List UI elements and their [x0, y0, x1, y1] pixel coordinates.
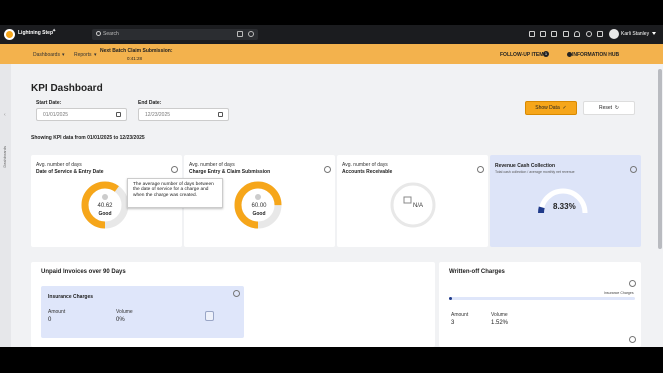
volume-label: Volume [116, 309, 133, 315]
reset-label: Reset [598, 105, 613, 111]
volume-value: 0% [116, 317, 125, 323]
kpi-value: N/A [412, 203, 423, 209]
logo-icon[interactable] [4, 29, 15, 40]
written-off-bar-fill [449, 297, 452, 300]
revenue-gauge-fill [538, 206, 545, 214]
clock-icon [255, 194, 261, 200]
search-placeholder: Search [103, 31, 119, 37]
refresh-icon: ↻ [613, 105, 620, 111]
brand-name: Lightning Step [18, 30, 53, 36]
clock-icon [102, 194, 108, 200]
chevron-down-icon[interactable] [652, 32, 656, 35]
end-date-input[interactable]: 12/23/2025 [138, 108, 229, 121]
showing-range-text: Showing KPI data from 01/01/2025 to 12/2… [31, 135, 145, 141]
chevron-down-icon: ▾ [94, 52, 97, 58]
chevron-down-icon: ▾ [62, 52, 65, 58]
amount-value: 3 [451, 320, 455, 326]
side-rail[interactable]: ‹ Dashboards [0, 64, 11, 347]
sub-nav: Dashboards ▾ Reports ▾ Next Batch Claim … [0, 44, 663, 64]
amount-label: Amount [451, 312, 469, 318]
end-date-value: 12/23/2025 [145, 112, 171, 118]
follow-up-items-link[interactable]: FOLLOW-UP ITEMS [500, 52, 547, 58]
info-icon[interactable] [233, 290, 240, 297]
megaphone-icon[interactable] [529, 31, 535, 37]
written-off-title: Written-off Charges [449, 269, 505, 275]
revenue-title: Revenue Cash Collection [495, 163, 556, 169]
show-data-button[interactable]: Show Data ✓ [525, 101, 577, 115]
info-icon[interactable] [171, 166, 178, 173]
insurance-charges-title: Insurance Charges [48, 294, 94, 300]
top-nav: Lightning Step ✦ Search Karli Stanley [0, 25, 663, 44]
kpi-status: Good [252, 211, 266, 217]
written-off-bar-track [449, 297, 635, 300]
chevron-left-icon[interactable]: ‹ [4, 112, 6, 118]
search-input[interactable]: Search [92, 29, 258, 40]
bell-icon[interactable] [574, 31, 580, 37]
kpi-subtitle: Avg. number of days [36, 162, 82, 168]
kpi-status: Good [98, 211, 112, 217]
calendar-icon[interactable] [237, 31, 243, 37]
start-date-value: 01/01/2025 [43, 112, 69, 118]
document-icon [205, 311, 214, 321]
revenue-value: 8.33% [553, 202, 576, 211]
chat-icon[interactable] [563, 31, 569, 37]
next-batch-title: Next Batch Claim Submission: [100, 48, 173, 54]
reset-button[interactable]: Reset ↻ [583, 101, 635, 115]
bar-label: Insurance Charges [604, 291, 634, 295]
kpi-title: Charge Entry & Claim Submission [189, 169, 271, 175]
menu-reports[interactable]: Reports [74, 52, 92, 58]
user-name[interactable]: Karli Stanley [621, 31, 649, 37]
info-icon[interactable] [629, 336, 636, 343]
revenue-subtitle: Total cash collection / average monthly … [495, 170, 575, 174]
revenue-gauge [538, 188, 588, 214]
start-date-label: Start Date: [36, 100, 62, 106]
kpi-title: Date of Service & Entry Date [36, 169, 104, 175]
app-window: Lightning Step ✦ Search Karli Stanley Da… [0, 25, 663, 347]
calendar-icon[interactable] [218, 112, 223, 117]
search-icon [96, 31, 101, 36]
calendar-icon[interactable] [540, 31, 546, 37]
kpi-title: Accounts Receivable [342, 169, 393, 175]
menu-dashboards[interactable]: Dashboards [33, 52, 60, 58]
unpaid-invoices-title: Unpaid Invoices over 90 Days [41, 269, 126, 275]
calendar-icon[interactable] [116, 112, 121, 117]
phone-icon[interactable] [248, 31, 254, 37]
scroll-thumb[interactable] [658, 69, 662, 249]
avatar[interactable] [609, 29, 619, 39]
information-hub-link[interactable]: INFORMATION HUB [572, 52, 619, 58]
star-icon[interactable]: ✦ [52, 28, 56, 34]
start-date-input[interactable]: 01/01/2025 [36, 108, 127, 121]
show-data-label: Show Data [535, 105, 560, 111]
page-title: KPI Dashboard [31, 83, 103, 94]
info-icon[interactable] [630, 166, 637, 173]
info-icon[interactable] [477, 166, 484, 173]
follow-up-count-badge: 1 [543, 51, 549, 57]
document-icon[interactable] [551, 31, 557, 37]
amount-value: 0 [48, 317, 52, 323]
scrollbar[interactable] [657, 64, 663, 347]
tooltip: The average number of days between the d… [127, 178, 223, 208]
kpi-subtitle: Avg. number of days [342, 162, 388, 168]
kpi-value: 60.00 [251, 203, 267, 209]
check-icon: ✓ [561, 105, 567, 111]
amount-label: Amount [48, 309, 66, 315]
kpi-value: 40.62 [97, 203, 113, 209]
end-date-label: End Date: [138, 100, 162, 106]
help-icon[interactable] [586, 31, 592, 37]
link-icon[interactable] [597, 31, 603, 37]
volume-label: Volume [491, 312, 508, 318]
volume-value: 1.52% [491, 320, 509, 326]
kpi-subtitle: Avg. number of days [189, 162, 235, 168]
info-icon[interactable] [324, 166, 331, 173]
next-batch-time: 0:41:28 [127, 56, 143, 61]
info-icon[interactable] [629, 280, 636, 287]
rail-label[interactable]: Dashboards [2, 146, 7, 168]
